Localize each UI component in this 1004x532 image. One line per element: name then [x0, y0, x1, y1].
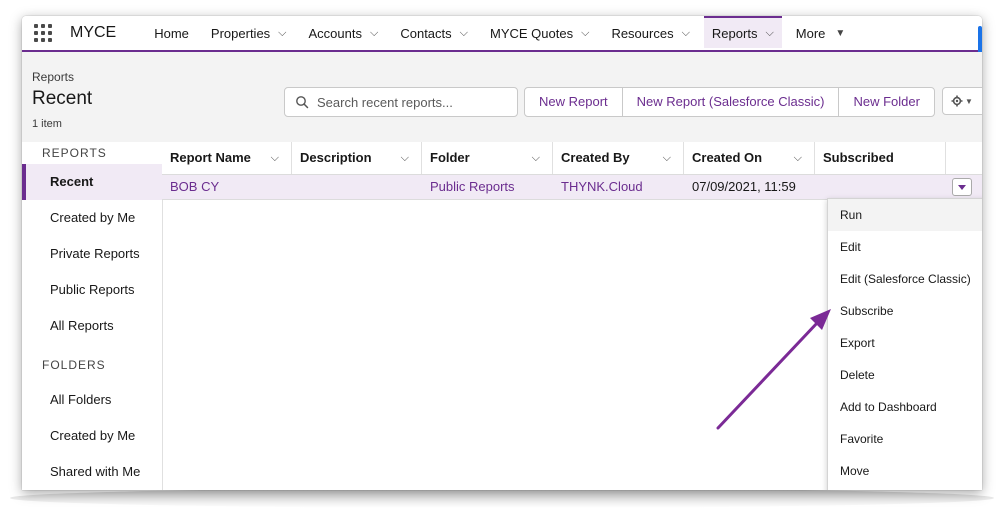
column-header-report-name[interactable]: Report Name ⌵ — [162, 142, 292, 174]
search-icon — [296, 96, 309, 109]
nav-label: MYCE Quotes — [490, 25, 574, 41]
column-label: Subscribed — [823, 150, 894, 165]
app-name: MYCE — [70, 24, 117, 41]
nav-label: More — [795, 25, 826, 41]
top-nav-bar: MYCE Home Properties ⌵ Accounts ⌵ Contacts… — [22, 16, 982, 86]
caret-down-icon — [958, 184, 966, 190]
cell-row-actions — [946, 175, 982, 199]
chevron-down-icon[interactable]: ⌵ — [401, 142, 409, 174]
sidebar-item-shared-with-me[interactable]: Shared with Me — [22, 454, 162, 490]
chevron-down-icon[interactable]: ⌵ — [460, 27, 468, 40]
column-header-description[interactable]: Description ⌵ — [292, 142, 422, 174]
breadcrumb[interactable]: Reports — [32, 70, 74, 84]
sidebar-heading-reports: REPORTS — [42, 146, 107, 160]
chevron-down-icon[interactable]: ⌵ — [271, 142, 279, 174]
nav-contacts[interactable]: Contacts ⌵ — [392, 16, 476, 50]
column-label: Report Name — [170, 150, 251, 165]
nav-label: Accounts — [308, 25, 362, 41]
sidebar-item-private-reports[interactable]: Private Reports — [22, 236, 162, 272]
chevron-down-icon[interactable]: ⌵ — [532, 142, 540, 174]
nav-resources[interactable]: Resources ⌵ — [603, 16, 697, 50]
chevron-down-icon[interactable]: ⌵ — [278, 27, 286, 40]
nav-accounts[interactable]: Accounts ⌵ — [301, 16, 387, 50]
cell-folder[interactable]: Public Reports — [422, 175, 553, 199]
row-actions-menu: Run Edit Edit (Salesforce Classic) Subsc… — [827, 198, 982, 490]
chevron-down-icon[interactable]: ⌵ — [370, 27, 378, 40]
chevron-down-icon[interactable]: ⌵ — [581, 27, 589, 40]
menu-item-add-to-dashboard[interactable]: Add to Dashboard — [828, 391, 982, 423]
caret-down-icon: ▼ — [965, 96, 973, 106]
cell-description — [292, 175, 422, 199]
menu-item-export[interactable]: Export — [828, 327, 982, 359]
page-title: Recent — [32, 88, 93, 109]
row-actions-button[interactable] — [952, 178, 972, 196]
nav-label: Home — [154, 25, 189, 41]
chevron-down-icon[interactable]: ⌵ — [794, 142, 802, 174]
nav-label: Resources — [611, 25, 674, 41]
list-settings-button[interactable]: ▼ — [942, 87, 982, 115]
column-header-actions — [946, 142, 982, 174]
sidebar-item-all-reports[interactable]: All Reports — [22, 308, 162, 344]
new-folder-button[interactable]: New Folder — [839, 88, 933, 116]
chevron-down-icon[interactable]: ⌵ — [765, 27, 773, 40]
column-header-subscribed[interactable]: Subscribed — [815, 142, 946, 174]
nav-myce-quotes[interactable]: MYCE Quotes ⌵ — [482, 16, 597, 50]
nav-label: Properties — [210, 25, 271, 41]
chevron-down-icon[interactable]: ⌵ — [682, 27, 690, 40]
menu-item-edit-classic[interactable]: Edit (Salesforce Classic) — [828, 263, 982, 295]
nav-home[interactable]: Home — [146, 16, 197, 50]
column-label: Created By — [561, 150, 630, 165]
nav-more[interactable]: More ▼ — [788, 16, 854, 50]
nav-label: Contacts — [400, 25, 452, 41]
app-window: MYCE Home Properties ⌵ Accounts ⌵ Contacts… — [22, 16, 982, 490]
menu-item-favorite[interactable]: Favorite — [828, 423, 982, 455]
cell-created-by[interactable]: THYNK.Cloud — [553, 175, 684, 199]
column-label: Created On — [692, 150, 763, 165]
cell-report-name[interactable]: BOB CY — [162, 175, 292, 199]
item-count: 1 item — [32, 118, 62, 130]
menu-item-run[interactable]: Run — [828, 199, 982, 231]
chevron-down-icon[interactable]: ⌵ — [663, 142, 671, 174]
cell-subscribed — [815, 175, 946, 199]
cell-created-on: 07/09/2021, 11:59 — [692, 179, 796, 194]
gear-icon — [951, 95, 963, 107]
new-report-classic-button[interactable]: New Report (Salesforce Classic) — [623, 88, 840, 116]
caret-down-icon: ▼ — [835, 27, 846, 39]
nav-reports[interactable]: Reports ⌵ — [703, 16, 782, 48]
column-label: Folder — [430, 150, 470, 165]
column-header-created-by[interactable]: Created By ⌵ — [553, 142, 684, 174]
nav-label: Reports — [711, 25, 758, 41]
nav-properties[interactable]: Properties ⌵ — [203, 16, 295, 50]
window-shadow — [10, 488, 994, 508]
search-input[interactable] — [315, 93, 509, 111]
action-button-group: New Report New Report (Salesforce Classi… — [524, 87, 935, 117]
column-header-folder[interactable]: Folder ⌵ — [422, 142, 553, 174]
app-launcher-icon[interactable] — [32, 22, 54, 44]
sidebar-item-created-by-me[interactable]: Created by Me — [22, 200, 162, 236]
sidebar-item-recent[interactable]: Recent — [22, 164, 162, 200]
sidebar-item-folders-created-by-me[interactable]: Created by Me — [22, 418, 162, 454]
column-header-created-on[interactable]: Created On ⌵ — [684, 142, 815, 174]
menu-item-subscribe[interactable]: Subscribe — [828, 295, 982, 327]
sidebar-item-public-reports[interactable]: Public Reports — [22, 272, 162, 308]
column-label: Description — [300, 150, 372, 165]
sidebar-heading-folders: FOLDERS — [42, 358, 106, 372]
sidebar-item-all-folders[interactable]: All Folders — [22, 382, 162, 418]
menu-item-delete[interactable]: Delete — [828, 359, 982, 391]
menu-item-edit[interactable]: Edit — [828, 231, 982, 263]
sidebar: REPORTS Recent Created by Me Private Rep… — [22, 142, 163, 490]
table-row[interactable]: BOB CY Public Reports THYNK.Cloud 07/09/… — [162, 175, 982, 200]
new-report-button[interactable]: New Report — [525, 88, 623, 116]
menu-item-move[interactable]: Move — [828, 455, 982, 487]
table-header: Report Name ⌵ Description ⌵ Folder ⌵ Create… — [162, 142, 982, 175]
page-header: Reports Recent 1 item New Report New Rep… — [22, 52, 982, 153]
search-box[interactable] — [284, 87, 518, 117]
